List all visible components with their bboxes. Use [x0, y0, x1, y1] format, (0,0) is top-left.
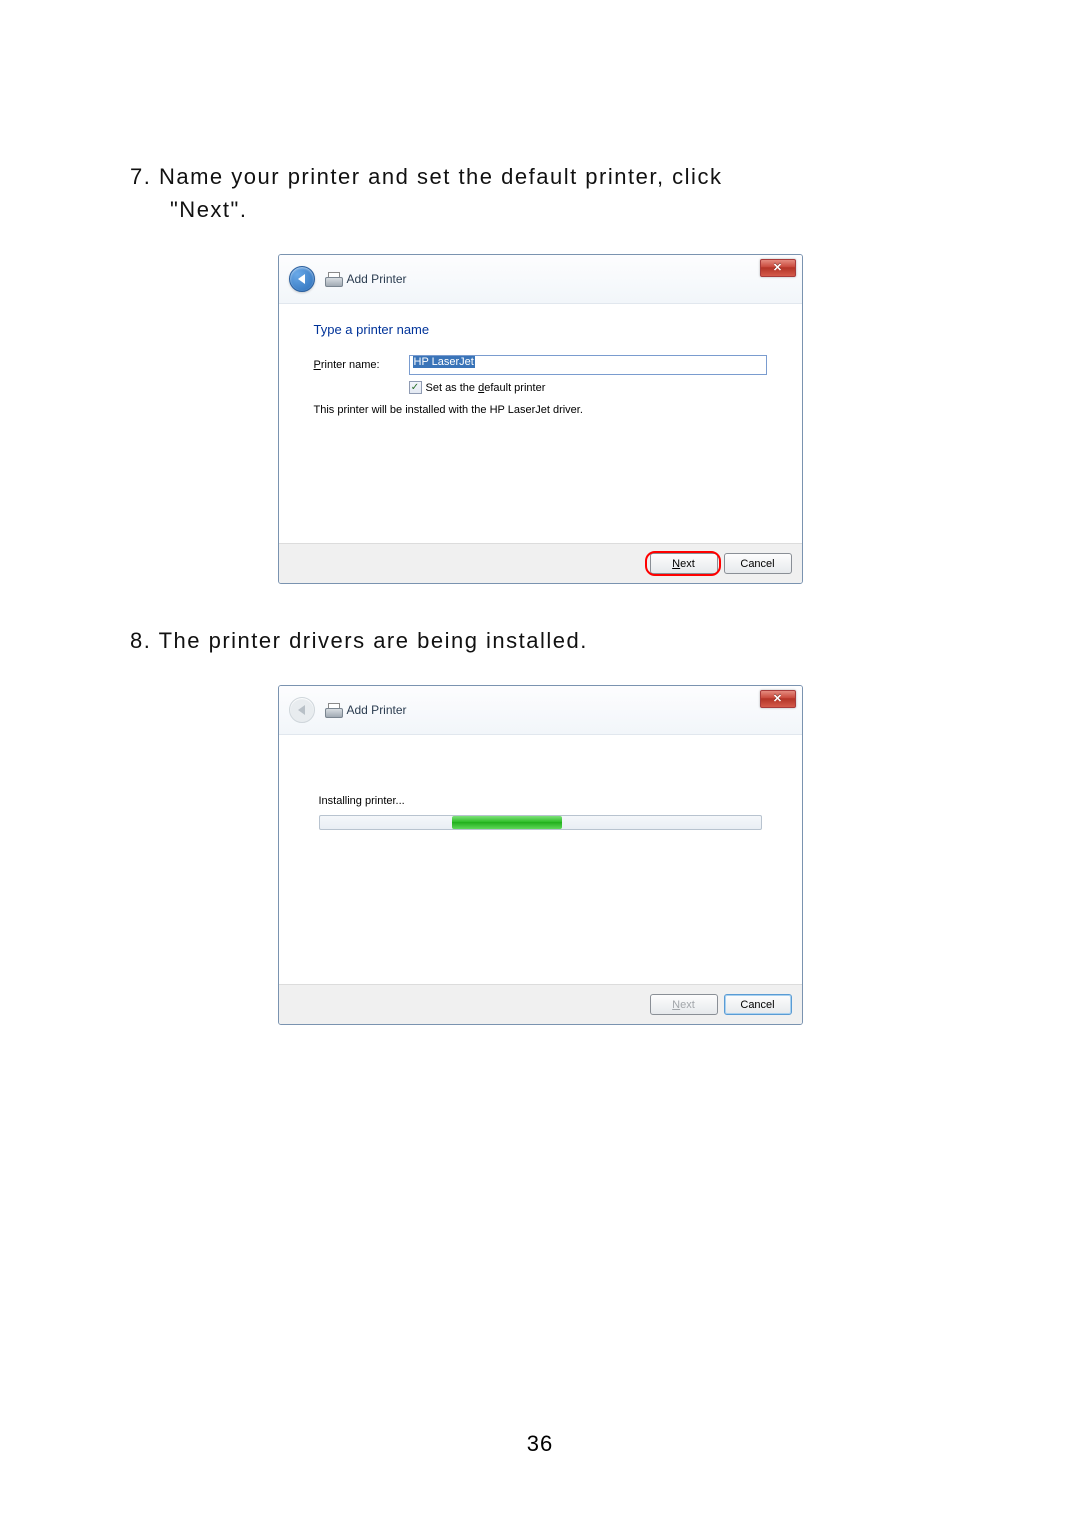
- back-arrow-icon: [298, 705, 305, 715]
- dialog-footer: Next Cancel: [279, 984, 802, 1024]
- dialog-heading: Type a printer name: [314, 322, 767, 337]
- close-button[interactable]: ✕: [760, 690, 796, 708]
- add-printer-dialog: Add Printer ✕ Type a printer name Printe…: [278, 254, 803, 584]
- back-arrow-icon: [298, 274, 305, 284]
- back-button-disabled: [289, 697, 315, 723]
- close-icon: ✕: [773, 694, 782, 705]
- progress-fill: [452, 816, 562, 829]
- checkbox-icon: ✓: [409, 381, 422, 394]
- back-button[interactable]: [289, 266, 315, 292]
- driver-info-text: This printer will be installed with the …: [314, 404, 767, 416]
- printer-name-label: Printer name:: [314, 359, 409, 371]
- next-button[interactable]: Next: [650, 553, 718, 574]
- dialog-footer: Next Cancel: [279, 543, 802, 583]
- dialog-title: Add Printer: [347, 703, 407, 717]
- step-line: Name your printer and set the default pr…: [159, 164, 722, 189]
- step-8-text: 8. The printer drivers are being install…: [130, 624, 950, 657]
- page-number: 36: [0, 1431, 1080, 1457]
- printer-name-value: HP LaserJet: [413, 356, 475, 368]
- close-button[interactable]: ✕: [760, 259, 796, 277]
- progress-bar: [319, 815, 762, 830]
- next-button-disabled: Next: [650, 994, 718, 1015]
- step-number: 7.: [130, 164, 151, 189]
- step-line: "Next".: [170, 197, 247, 222]
- dialog-header: Add Printer ✕: [279, 686, 802, 734]
- checkbox-label: Set as the default printer: [426, 382, 546, 394]
- printer-icon: [325, 272, 341, 286]
- cancel-button[interactable]: Cancel: [724, 553, 792, 574]
- step-7-text: 7. Name your printer and set the default…: [130, 160, 950, 226]
- step-line: The printer drivers are being installed.: [159, 628, 588, 653]
- dialog-title: Add Printer: [347, 272, 407, 286]
- default-printer-checkbox-row[interactable]: ✓ Set as the default printer: [409, 381, 767, 394]
- step-number: 8.: [130, 628, 151, 653]
- dialog-body: Installing printer...: [279, 734, 802, 984]
- add-printer-progress-dialog: Add Printer ✕ Installing printer... Next…: [278, 685, 803, 1025]
- dialog-header: Add Printer ✕: [279, 255, 802, 303]
- progress-label: Installing printer...: [319, 795, 762, 807]
- printer-icon: [325, 703, 341, 717]
- printer-name-input[interactable]: HP LaserJet: [409, 355, 767, 375]
- dialog-body: Type a printer name Printer name: HP Las…: [279, 303, 802, 543]
- close-icon: ✕: [773, 263, 782, 274]
- cancel-button[interactable]: Cancel: [724, 994, 792, 1015]
